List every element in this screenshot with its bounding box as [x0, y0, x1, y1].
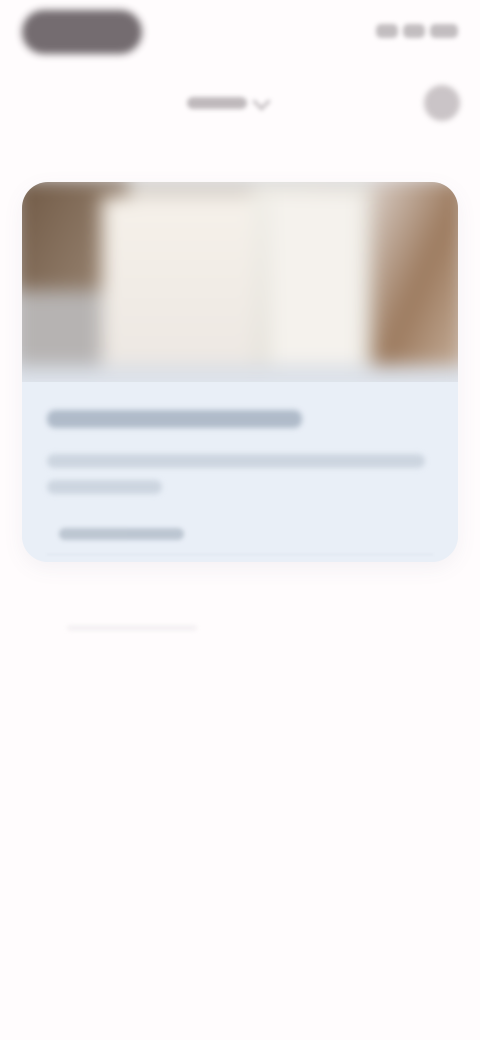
signal-icon: [376, 24, 398, 38]
dropdown-selector[interactable]: [187, 91, 291, 114]
card-body: [22, 382, 458, 562]
card-divider: [47, 554, 433, 555]
status-icons: [363, 22, 458, 40]
card-description-line-2: [47, 480, 162, 494]
gear-icon[interactable]: [424, 85, 460, 121]
card-title: [47, 410, 302, 428]
below-card-area: [22, 585, 458, 631]
status-pill: [22, 10, 142, 54]
below-card-line: [67, 625, 197, 631]
card-description-line-1: [47, 454, 425, 468]
feature-card: [22, 182, 458, 562]
dropdown-label: [187, 97, 247, 109]
card-link[interactable]: [59, 528, 184, 540]
card-photo: [22, 182, 458, 386]
toolbar: [0, 82, 480, 121]
status-bar: [22, 10, 458, 54]
card-image[interactable]: [22, 182, 458, 386]
app-screen: [0, 0, 480, 1040]
battery-icon: [430, 24, 458, 38]
chevron-down-icon: [252, 91, 271, 111]
wifi-icon: [403, 24, 425, 38]
